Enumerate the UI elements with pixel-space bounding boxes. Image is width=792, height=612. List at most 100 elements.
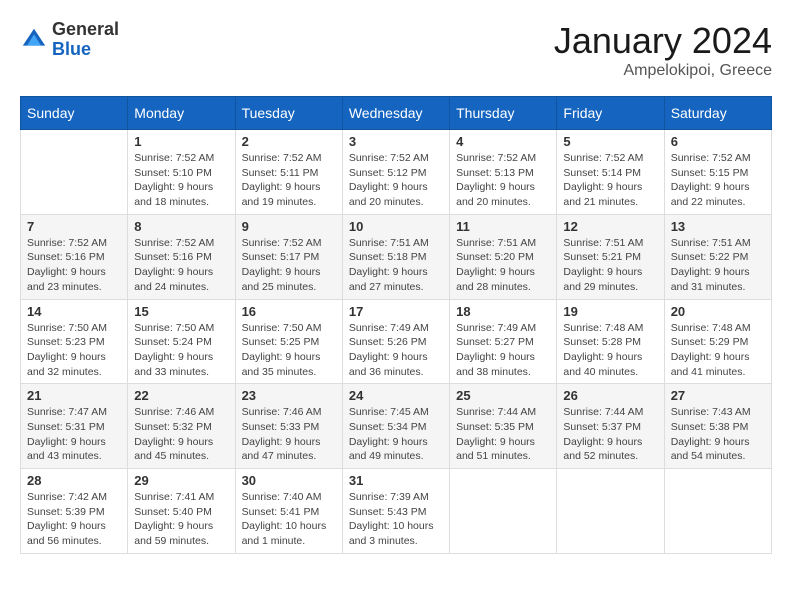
day-number: 28 — [27, 473, 121, 488]
day-info: Sunrise: 7:50 AM Sunset: 5:25 PM Dayligh… — [242, 321, 336, 380]
calendar-cell: 19Sunrise: 7:48 AM Sunset: 5:28 PM Dayli… — [557, 299, 664, 384]
day-number: 26 — [563, 388, 657, 403]
calendar-cell: 18 Sunrise: 7:49 AM Sunset: 5:27 PM Dayli… — [450, 299, 557, 384]
calendar-subtitle: Ampelokipoi, Greece — [554, 62, 772, 80]
day-info: Sunrise: 7:51 AM Sunset: 5:22 PM Dayligh… — [671, 236, 765, 295]
day-info: Sunrise: 7:44 AM Sunset: 5:35 PM Dayligh… — [456, 405, 550, 464]
day-info: Sunrise: 7:52 AM Sunset: 5:10 PM Dayligh… — [134, 151, 228, 210]
day-info: Sunrise: 7:50 AM Sunset: 5:23 PM Dayligh… — [27, 321, 121, 380]
day-info: Sunrise: 7:43 AM Sunset: 5:38 PM Dayligh… — [671, 405, 765, 464]
day-number: 16 — [242, 304, 336, 319]
calendar-table: SundayMondayTuesdayWednesdayThursdayFrid… — [20, 96, 772, 554]
day-number: 8 — [134, 219, 228, 234]
day-info: Sunrise: 7:52 AM Sunset: 5:12 PM Dayligh… — [349, 151, 443, 210]
calendar-cell: 24 Sunrise: 7:45 AM Sunset: 5:34 PM Dayli… — [342, 384, 449, 469]
logo-blue-text: Blue — [52, 40, 119, 60]
calendar-cell: 3 Sunrise: 7:52 AM Sunset: 5:12 PM Daylig… — [342, 130, 449, 215]
day-info: Sunrise: 7:51 AM Sunset: 5:18 PM Dayligh… — [349, 236, 443, 295]
logo-general-text: General — [52, 20, 119, 40]
calendar-cell: 17 Sunrise: 7:49 AM Sunset: 5:26 PM Dayli… — [342, 299, 449, 384]
day-info: Sunrise: 7:52 AM Sunset: 5:11 PM Dayligh… — [242, 151, 336, 210]
calendar-cell: 2 Sunrise: 7:52 AM Sunset: 5:11 PM Daylig… — [235, 130, 342, 215]
calendar-cell: 20 Sunrise: 7:48 AM Sunset: 5:29 PM Dayli… — [664, 299, 771, 384]
column-header-monday: Monday — [128, 97, 235, 130]
calendar-week-4: 21 Sunrise: 7:47 AM Sunset: 5:31 PM Dayli… — [21, 384, 772, 469]
column-header-friday: Friday — [557, 97, 664, 130]
calendar-cell: 12 Sunrise: 7:51 AM Sunset: 5:21 PM Dayli… — [557, 214, 664, 299]
day-number: 4 — [456, 134, 550, 149]
logo-text: General Blue — [52, 20, 119, 60]
day-info: Sunrise: 7:39 AM Sunset: 5:43 PM Dayligh… — [349, 490, 443, 549]
day-info: Sunrise: 7:47 AM Sunset: 5:31 PM Dayligh… — [27, 405, 121, 464]
calendar-cell: 28Sunrise: 7:42 AM Sunset: 5:39 PM Dayli… — [21, 469, 128, 554]
calendar-cell: 21 Sunrise: 7:47 AM Sunset: 5:31 PM Dayli… — [21, 384, 128, 469]
calendar-week-3: 14 Sunrise: 7:50 AM Sunset: 5:23 PM Dayli… — [21, 299, 772, 384]
day-info: Sunrise: 7:52 AM Sunset: 5:16 PM Dayligh… — [27, 236, 121, 295]
calendar-cell: 25Sunrise: 7:44 AM Sunset: 5:35 PM Dayli… — [450, 384, 557, 469]
day-number: 6 — [671, 134, 765, 149]
day-number: 13 — [671, 219, 765, 234]
day-number: 12 — [563, 219, 657, 234]
calendar-title: January 2024 — [554, 20, 772, 62]
calendar-cell: 1 Sunrise: 7:52 AM Sunset: 5:10 PM Daylig… — [128, 130, 235, 215]
day-number: 21 — [27, 388, 121, 403]
day-info: Sunrise: 7:52 AM Sunset: 5:13 PM Dayligh… — [456, 151, 550, 210]
calendar-cell: 27 Sunrise: 7:43 AM Sunset: 5:38 PM Dayli… — [664, 384, 771, 469]
calendar-cell: 29Sunrise: 7:41 AM Sunset: 5:40 PM Dayli… — [128, 469, 235, 554]
calendar-week-5: 28Sunrise: 7:42 AM Sunset: 5:39 PM Dayli… — [21, 469, 772, 554]
calendar-cell: 11 Sunrise: 7:51 AM Sunset: 5:20 PM Dayli… — [450, 214, 557, 299]
calendar-week-1: 1 Sunrise: 7:52 AM Sunset: 5:10 PM Daylig… — [21, 130, 772, 215]
day-info: Sunrise: 7:51 AM Sunset: 5:20 PM Dayligh… — [456, 236, 550, 295]
day-number: 3 — [349, 134, 443, 149]
day-info: Sunrise: 7:41 AM Sunset: 5:40 PM Dayligh… — [134, 490, 228, 549]
day-info: Sunrise: 7:52 AM Sunset: 5:16 PM Dayligh… — [134, 236, 228, 295]
calendar-cell: 10 Sunrise: 7:51 AM Sunset: 5:18 PM Dayli… — [342, 214, 449, 299]
day-number: 17 — [349, 304, 443, 319]
calendar-cell: 6Sunrise: 7:52 AM Sunset: 5:15 PM Daylig… — [664, 130, 771, 215]
day-info: Sunrise: 7:46 AM Sunset: 5:32 PM Dayligh… — [134, 405, 228, 464]
day-number: 2 — [242, 134, 336, 149]
day-info: Sunrise: 7:51 AM Sunset: 5:21 PM Dayligh… — [563, 236, 657, 295]
day-info: Sunrise: 7:46 AM Sunset: 5:33 PM Dayligh… — [242, 405, 336, 464]
logo: General Blue — [20, 20, 119, 60]
calendar-week-2: 7 Sunrise: 7:52 AM Sunset: 5:16 PM Daylig… — [21, 214, 772, 299]
calendar-cell: 13 Sunrise: 7:51 AM Sunset: 5:22 PM Dayli… — [664, 214, 771, 299]
day-number: 15 — [134, 304, 228, 319]
day-info: Sunrise: 7:49 AM Sunset: 5:27 PM Dayligh… — [456, 321, 550, 380]
day-number: 10 — [349, 219, 443, 234]
day-number: 9 — [242, 219, 336, 234]
day-info: Sunrise: 7:52 AM Sunset: 5:17 PM Dayligh… — [242, 236, 336, 295]
day-number: 18 — [456, 304, 550, 319]
day-number: 27 — [671, 388, 765, 403]
calendar-cell: 22Sunrise: 7:46 AM Sunset: 5:32 PM Dayli… — [128, 384, 235, 469]
day-number: 30 — [242, 473, 336, 488]
day-number: 20 — [671, 304, 765, 319]
calendar-cell: 5 Sunrise: 7:52 AM Sunset: 5:14 PM Daylig… — [557, 130, 664, 215]
day-number: 19 — [563, 304, 657, 319]
day-info: Sunrise: 7:40 AM Sunset: 5:41 PM Dayligh… — [242, 490, 336, 549]
column-header-sunday: Sunday — [21, 97, 128, 130]
calendar-cell: 31Sunrise: 7:39 AM Sunset: 5:43 PM Dayli… — [342, 469, 449, 554]
day-number: 14 — [27, 304, 121, 319]
calendar-cell: 15 Sunrise: 7:50 AM Sunset: 5:24 PM Dayli… — [128, 299, 235, 384]
column-header-tuesday: Tuesday — [235, 97, 342, 130]
day-info: Sunrise: 7:49 AM Sunset: 5:26 PM Dayligh… — [349, 321, 443, 380]
calendar-cell — [450, 469, 557, 554]
logo-icon — [20, 26, 48, 54]
day-number: 1 — [134, 134, 228, 149]
day-number: 24 — [349, 388, 443, 403]
calendar-cell: 26 Sunrise: 7:44 AM Sunset: 5:37 PM Dayli… — [557, 384, 664, 469]
calendar-cell: 9 Sunrise: 7:52 AM Sunset: 5:17 PM Daylig… — [235, 214, 342, 299]
day-number: 5 — [563, 134, 657, 149]
day-number: 7 — [27, 219, 121, 234]
calendar-cell — [21, 130, 128, 215]
day-info: Sunrise: 7:45 AM Sunset: 5:34 PM Dayligh… — [349, 405, 443, 464]
day-info: Sunrise: 7:44 AM Sunset: 5:37 PM Dayligh… — [563, 405, 657, 464]
day-number: 11 — [456, 219, 550, 234]
day-info: Sunrise: 7:52 AM Sunset: 5:14 PM Dayligh… — [563, 151, 657, 210]
calendar-cell: 7 Sunrise: 7:52 AM Sunset: 5:16 PM Daylig… — [21, 214, 128, 299]
day-info: Sunrise: 7:48 AM Sunset: 5:29 PM Dayligh… — [671, 321, 765, 380]
day-info: Sunrise: 7:50 AM Sunset: 5:24 PM Dayligh… — [134, 321, 228, 380]
column-header-wednesday: Wednesday — [342, 97, 449, 130]
calendar-cell: 4 Sunrise: 7:52 AM Sunset: 5:13 PM Daylig… — [450, 130, 557, 215]
